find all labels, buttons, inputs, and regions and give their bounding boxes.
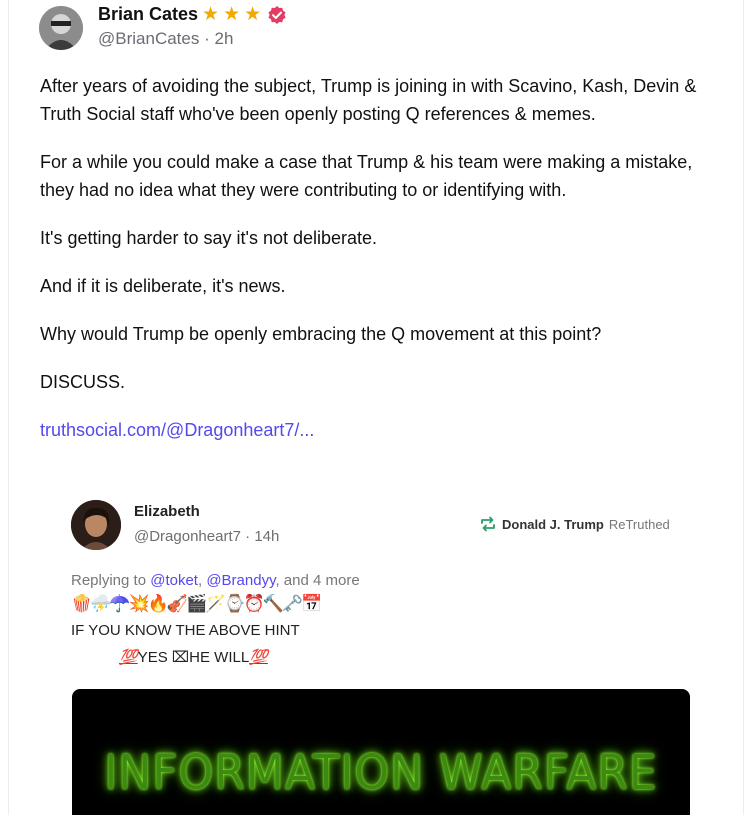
author-handle-row: @BrianCates · 2h bbox=[98, 29, 233, 49]
mention-separator: , bbox=[197, 572, 203, 589]
embedded-time: 14h bbox=[254, 528, 280, 545]
retruth-label: ReTruthed bbox=[608, 516, 670, 532]
post-card: Brian Cates ★ ★ ★ @BrianCates · 2h After… bbox=[8, 0, 744, 815]
emoji-hint-line: 🍿⛈️☂️💥🔥🎻🎬🪄⌚⏰🔨🗝️📅 bbox=[71, 594, 322, 613]
embedded-handle: @Dragonheart7 bbox=[134, 528, 241, 545]
star-icon: ★ bbox=[223, 4, 241, 25]
yes-he-will-line: 💯YES ⌧HE WILL💯 bbox=[119, 648, 268, 666]
retruth-author: Donald J. Trump bbox=[502, 516, 604, 532]
post-paragraph: DISCUSS. bbox=[40, 372, 126, 392]
video-title-text: INFORMATION WARFARE bbox=[104, 745, 658, 801]
retruth-icon bbox=[481, 516, 495, 532]
mention-link: @toket bbox=[150, 572, 198, 589]
embedded-screenshot[interactable]: Elizabeth @Dragonheart7 · 14h Donald J. … bbox=[59, 488, 709, 815]
author-name[interactable]: Brian Cates bbox=[98, 4, 198, 25]
author-name-row: Brian Cates ★ ★ ★ bbox=[98, 4, 287, 25]
hint-text: IF YOU KNOW THE ABOVE HINT bbox=[71, 622, 300, 639]
mention-link: @Brandyy bbox=[206, 572, 276, 589]
retruth-indicator: Donald J. Trump ReTruthed bbox=[479, 516, 670, 532]
post-body: After years of avoiding the subject, Tru… bbox=[40, 72, 730, 464]
post-paragraph: It's getting harder to say it's not deli… bbox=[40, 228, 378, 248]
embedded-video[interactable]: INFORMATION WARFARE bbox=[72, 689, 690, 815]
verified-badge-icon bbox=[268, 5, 286, 24]
author-handle[interactable]: @BrianCates bbox=[98, 29, 199, 48]
replying-to-label: Replying to bbox=[71, 572, 147, 589]
post-paragraph: For a while you could make a case that T… bbox=[40, 152, 693, 200]
hundred-emoji-icon: 💯 bbox=[119, 649, 138, 666]
star-icon: ★ bbox=[202, 4, 220, 25]
star-icon: ★ bbox=[244, 4, 262, 25]
embedded-author-name: Elizabeth bbox=[134, 503, 200, 520]
author-avatar[interactable] bbox=[39, 6, 83, 50]
replying-to-line: Replying to @toket, @Brandyy, and 4 more bbox=[71, 572, 360, 589]
embedded-author-avatar bbox=[71, 500, 121, 550]
post-paragraph: Why would Trump be openly embracing the … bbox=[40, 324, 602, 344]
hundred-emoji-icon: 💯 bbox=[249, 649, 268, 666]
replying-to-more: , and 4 more bbox=[275, 572, 360, 589]
post-link[interactable]: truthsocial.com/@Dragonheart7/... bbox=[40, 420, 314, 440]
embedded-handle-row: @Dragonheart7 · 14h bbox=[134, 528, 279, 545]
post-time[interactable]: 2h bbox=[215, 29, 234, 48]
meta-separator: · bbox=[204, 29, 210, 48]
meta-separator: · bbox=[245, 528, 251, 545]
post-paragraph: And if it is deliberate, it's news. bbox=[40, 276, 286, 296]
yes-text: YES ⌧HE WILL bbox=[137, 649, 250, 666]
post-paragraph: After years of avoiding the subject, Tru… bbox=[40, 76, 697, 124]
